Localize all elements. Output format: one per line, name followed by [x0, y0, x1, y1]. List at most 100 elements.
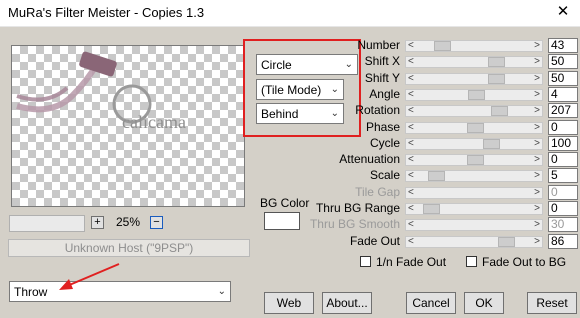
slider-value-field[interactable]: 43 [548, 38, 578, 53]
cancel-button[interactable]: Cancel [406, 292, 456, 314]
slider-track[interactable]: < > [405, 122, 543, 134]
chevron-left-icon: < [408, 187, 414, 198]
slider-label: Thru BG Range [315, 201, 400, 215]
chevron-right-icon[interactable]: > [534, 202, 540, 216]
chevron-right-icon[interactable]: > [534, 55, 540, 69]
inverse-fade-checkbox[interactable] [360, 256, 371, 267]
slider-thumb[interactable] [491, 106, 508, 116]
chevron-left-icon[interactable]: < [408, 121, 414, 135]
slider-track: < > [405, 219, 543, 231]
title-bar: MuRa's Filter Meister - Copies 1.3 ✕ [0, 0, 580, 27]
slider-label: Number [357, 38, 400, 52]
slider-thumb[interactable] [467, 123, 484, 133]
chevron-down-icon: ⌄ [217, 286, 226, 297]
slider-label: Cycle [369, 136, 400, 150]
ok-button[interactable]: OK [464, 292, 504, 314]
slider-track[interactable]: < > [405, 203, 543, 215]
chevron-left-icon: < [408, 219, 414, 230]
chevron-right-icon[interactable]: > [534, 72, 540, 86]
slider-value-field[interactable]: 0 [548, 152, 578, 167]
host-status: Unknown Host ("9PSP") [8, 239, 250, 257]
blend-select-value: Throw [14, 285, 48, 299]
zoom-out-button[interactable]: − [150, 216, 163, 229]
zoom-in-button[interactable]: + [91, 216, 104, 229]
slider-thumb[interactable] [488, 74, 505, 84]
chevron-right-icon[interactable]: > [534, 88, 540, 102]
slider-value-field[interactable]: 100 [548, 136, 578, 151]
reset-button[interactable]: Reset [527, 292, 577, 314]
web-button[interactable]: Web [264, 292, 314, 314]
slider-track[interactable]: < > [405, 73, 543, 85]
slider-value-field[interactable]: 50 [548, 71, 578, 86]
slider-value-field[interactable]: 207 [548, 103, 578, 118]
chevron-left-icon[interactable]: < [408, 169, 414, 183]
slider-value-field[interactable]: 0 [548, 201, 578, 216]
chevron-right-icon[interactable]: > [534, 39, 540, 53]
zoom-level: 25% [116, 215, 141, 229]
preview-image: calicama [16, 51, 186, 132]
slider-thumb[interactable] [488, 57, 505, 67]
chevron-right-icon[interactable]: > [534, 104, 540, 118]
slider-label: Thru BG Smooth [309, 217, 400, 231]
about-button[interactable]: About... [322, 292, 372, 314]
zoom-scrollbar[interactable] [9, 215, 85, 232]
effect-tile [79, 51, 117, 77]
slider-track[interactable]: < > [405, 236, 543, 248]
chevron-left-icon[interactable]: < [408, 55, 414, 69]
effect-swirl [16, 62, 100, 113]
fade-to-bg-checkbox[interactable] [466, 256, 477, 267]
chevron-left-icon[interactable]: < [408, 137, 414, 151]
slider-value-field[interactable]: 0 [548, 120, 578, 135]
slider-track[interactable]: < > [405, 154, 543, 166]
slider-label: Fade Out [349, 234, 400, 248]
slider-value-field: 30 [548, 217, 578, 232]
slider-thumb[interactable] [467, 155, 484, 165]
window-title: MuRa's Filter Meister - Copies 1.3 [8, 5, 205, 20]
slider-value-field[interactable]: 4 [548, 87, 578, 102]
slider-thumb[interactable] [498, 237, 515, 247]
chevron-left-icon[interactable]: < [408, 235, 414, 249]
chevron-left-icon[interactable]: < [408, 39, 414, 53]
slider-track[interactable]: < > [405, 170, 543, 182]
slider-value-field[interactable]: 5 [548, 168, 578, 183]
chevron-right-icon[interactable]: > [534, 235, 540, 249]
chevron-right-icon[interactable]: > [534, 121, 540, 135]
chevron-left-icon[interactable]: < [408, 88, 414, 102]
slider-value-field[interactable]: 86 [548, 234, 578, 249]
slider-label: Tile Gap [355, 185, 400, 199]
slider-track[interactable]: < > [405, 89, 543, 101]
watermark-text: calicama [122, 112, 186, 132]
chevron-right-icon: > [534, 219, 540, 230]
slider-label: Scale [369, 168, 400, 182]
chevron-left-icon[interactable]: < [408, 72, 414, 86]
slider-label: Attenuation [339, 152, 400, 166]
slider-label: Rotation [355, 103, 400, 117]
inverse-fade-label: 1/n Fade Out [376, 255, 447, 269]
slider-thumb[interactable] [428, 171, 445, 181]
preview-canvas[interactable]: calicama [11, 45, 245, 207]
slider-track[interactable]: < > [405, 40, 543, 52]
chevron-left-icon[interactable]: < [408, 153, 414, 167]
slider-thumb[interactable] [423, 204, 440, 214]
chevron-right-icon[interactable]: > [534, 137, 540, 151]
slider-label: Shift Y [364, 71, 400, 85]
slider-track[interactable]: < > [405, 56, 543, 68]
slider-label: Angle [369, 87, 400, 101]
chevron-right-icon[interactable]: > [534, 169, 540, 183]
chevron-left-icon[interactable]: < [408, 104, 414, 118]
chevron-left-icon[interactable]: < [408, 202, 414, 216]
slider-label: Shift X [364, 54, 400, 68]
chevron-right-icon: > [534, 187, 540, 198]
slider-track[interactable]: < > [405, 138, 543, 150]
arrow-annotation-icon [59, 263, 120, 290]
slider-value-field: 0 [548, 185, 578, 200]
fade-to-bg-label: Fade Out to BG [482, 255, 567, 269]
slider-label: Phase [365, 120, 400, 134]
slider-thumb[interactable] [483, 139, 500, 149]
slider-thumb[interactable] [434, 41, 451, 51]
close-button[interactable]: ✕ [552, 2, 574, 22]
slider-track[interactable]: < > [405, 105, 543, 117]
slider-value-field[interactable]: 50 [548, 54, 578, 69]
chevron-right-icon[interactable]: > [534, 153, 540, 167]
slider-thumb[interactable] [468, 90, 485, 100]
